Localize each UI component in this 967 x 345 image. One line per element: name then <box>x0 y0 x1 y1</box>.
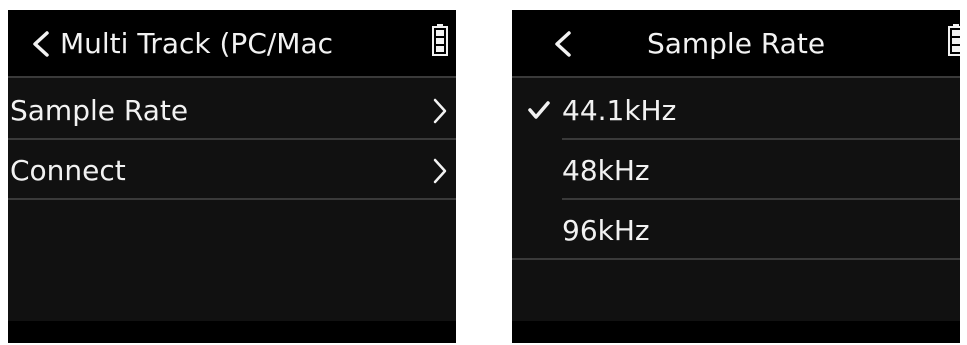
menu-item-label: Connect <box>10 154 126 187</box>
option-label: 96kHz <box>562 214 650 247</box>
option-label: 48kHz <box>562 154 650 187</box>
chevron-right-icon <box>433 158 447 184</box>
menu-item-label: Sample Rate <box>10 94 189 127</box>
chevron-right-icon <box>433 98 447 124</box>
row-divider <box>562 138 960 140</box>
page-title: Multi Track (PC/Mac <box>60 27 334 60</box>
row-divider <box>562 198 960 200</box>
option-48khz[interactable]: 48kHz <box>512 142 960 200</box>
footer-bar <box>512 321 960 343</box>
multi-track-menu-screen: Multi Track (PC/Mac Sample Rate Connect <box>8 10 456 343</box>
page-title: Sample Rate <box>646 27 826 60</box>
sample-rate-screen: Sample Rate 44.1kHz 48kHz 96kHz <box>512 10 960 343</box>
option-96khz[interactable]: 96kHz <box>512 202 960 260</box>
battery-icon <box>948 24 960 56</box>
back-chevron-icon[interactable] <box>30 30 52 58</box>
check-icon <box>528 101 550 119</box>
battery-icon <box>432 24 448 56</box>
header-bar: Multi Track (PC/Mac <box>8 10 456 78</box>
menu-item-connect[interactable]: Connect <box>8 142 456 200</box>
footer-bar <box>8 321 456 343</box>
option-44-1khz[interactable]: 44.1kHz <box>512 82 960 140</box>
row-divider <box>8 138 456 140</box>
row-divider <box>512 258 960 260</box>
menu-item-sample-rate[interactable]: Sample Rate <box>8 82 456 140</box>
option-label: 44.1kHz <box>562 94 677 127</box>
header-bar: Sample Rate <box>512 10 960 78</box>
row-divider <box>8 198 456 200</box>
